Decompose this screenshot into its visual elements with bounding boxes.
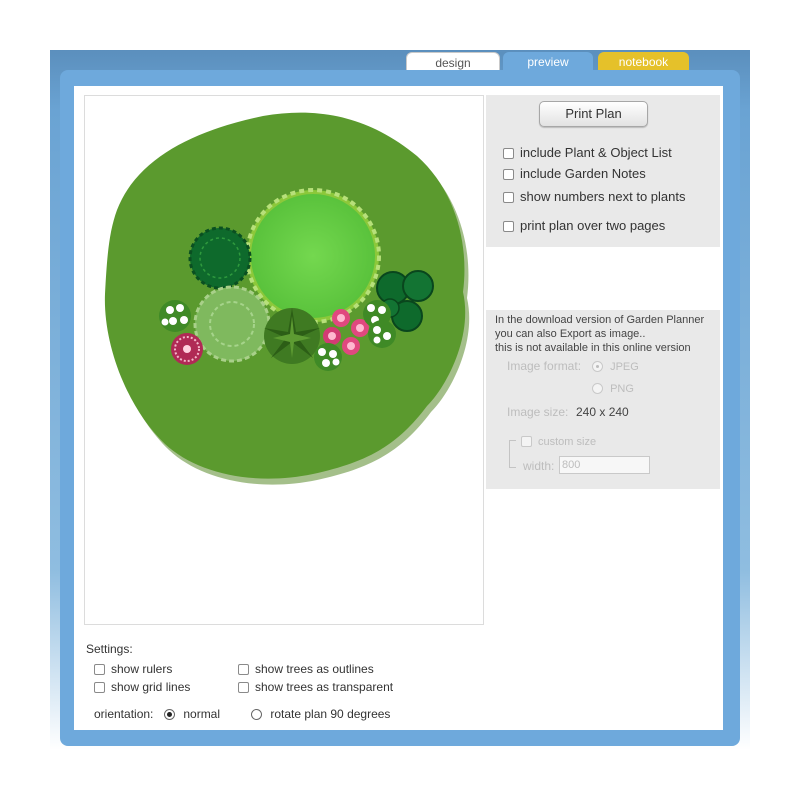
garden-plan-drawing xyxy=(104,112,470,485)
image-size-value: 240 x 240 xyxy=(576,405,629,419)
orientation-rotate-radio[interactable] xyxy=(251,709,262,720)
format-png-label: PNG xyxy=(610,383,634,395)
show-numbers-option[interactable]: show numbers next to plants xyxy=(503,189,685,204)
include-garden-notes-label: include Garden Notes xyxy=(520,166,646,181)
spiky-plant-icon xyxy=(264,308,320,364)
tab-notebook[interactable]: notebook xyxy=(598,52,689,72)
width-input xyxy=(559,456,650,474)
image-format-label: Image format: xyxy=(507,359,582,373)
include-plant-list-option[interactable]: include Plant & Object List xyxy=(503,145,672,160)
show-grid-lines-checkbox[interactable] xyxy=(94,682,105,693)
two-pages-option[interactable]: print plan over two pages xyxy=(503,218,665,233)
orientation-rotate-label: rotate plan 90 degrees xyxy=(270,707,391,721)
dark-conifer-icon xyxy=(188,226,252,290)
export-note-line3: this is not available in this online ver… xyxy=(495,342,691,354)
trees-outlines-option[interactable]: show trees as outlines xyxy=(238,662,374,676)
custom-size-checkbox xyxy=(521,436,532,447)
red-flower-icon xyxy=(171,333,203,365)
format-png-option: PNG xyxy=(592,383,634,395)
format-jpeg-label: JPEG xyxy=(610,361,639,373)
include-plant-list-label: include Plant & Object List xyxy=(520,145,672,160)
show-rulers-option[interactable]: show rulers xyxy=(94,662,172,676)
export-note-line1: In the download version of Garden Planne… xyxy=(495,314,705,326)
orientation-normal-label: normal xyxy=(183,707,221,721)
show-grid-lines-option[interactable]: show grid lines xyxy=(94,680,190,694)
orientation-label: orientation: xyxy=(94,707,154,721)
format-jpeg-radio xyxy=(592,361,603,372)
two-pages-label: print plan over two pages xyxy=(520,218,666,233)
orientation-rotate-option[interactable]: rotate plan 90 degrees xyxy=(251,707,390,721)
trees-transparent-option[interactable]: show trees as transparent xyxy=(238,680,393,694)
show-grid-lines-label: show grid lines xyxy=(111,680,191,694)
format-jpeg-option: JPEG xyxy=(592,361,639,373)
trees-transparent-label: show trees as transparent xyxy=(255,680,394,694)
include-plant-list-checkbox[interactable] xyxy=(503,148,514,159)
trees-outlines-label: show trees as outlines xyxy=(255,662,374,676)
show-rulers-checkbox[interactable] xyxy=(94,664,105,675)
include-garden-notes-option[interactable]: include Garden Notes xyxy=(503,166,646,181)
tab-preview[interactable]: preview xyxy=(503,52,593,72)
custom-size-bracket xyxy=(509,440,516,468)
show-rulers-label: show rulers xyxy=(111,662,173,676)
custom-size-label: custom size xyxy=(538,436,597,448)
show-numbers-label: show numbers next to plants xyxy=(520,189,686,204)
include-garden-notes-checkbox[interactable] xyxy=(503,169,514,180)
custom-size-option: custom size xyxy=(521,436,596,448)
show-numbers-checkbox[interactable] xyxy=(503,192,514,203)
orientation-normal-option[interactable]: normal xyxy=(164,707,220,721)
garden-plan-canvas xyxy=(84,95,484,625)
export-note-line2: you can also Export as image.. xyxy=(495,328,646,340)
trees-outlines-checkbox[interactable] xyxy=(238,664,249,675)
width-label: width: xyxy=(523,459,555,473)
image-size-label: Image size: xyxy=(507,405,569,419)
settings-title: Settings: xyxy=(86,642,133,656)
tab-design[interactable]: design xyxy=(406,52,500,72)
orientation-normal-radio[interactable] xyxy=(164,709,175,720)
light-shrub-icon xyxy=(193,285,271,363)
trees-transparent-checkbox[interactable] xyxy=(238,682,249,693)
white-flower-cluster-icon xyxy=(159,300,191,332)
print-plan-button[interactable]: Print Plan xyxy=(539,101,648,127)
format-png-radio xyxy=(592,383,603,394)
large-shrub-icon xyxy=(245,188,381,324)
two-pages-checkbox[interactable] xyxy=(503,221,514,232)
